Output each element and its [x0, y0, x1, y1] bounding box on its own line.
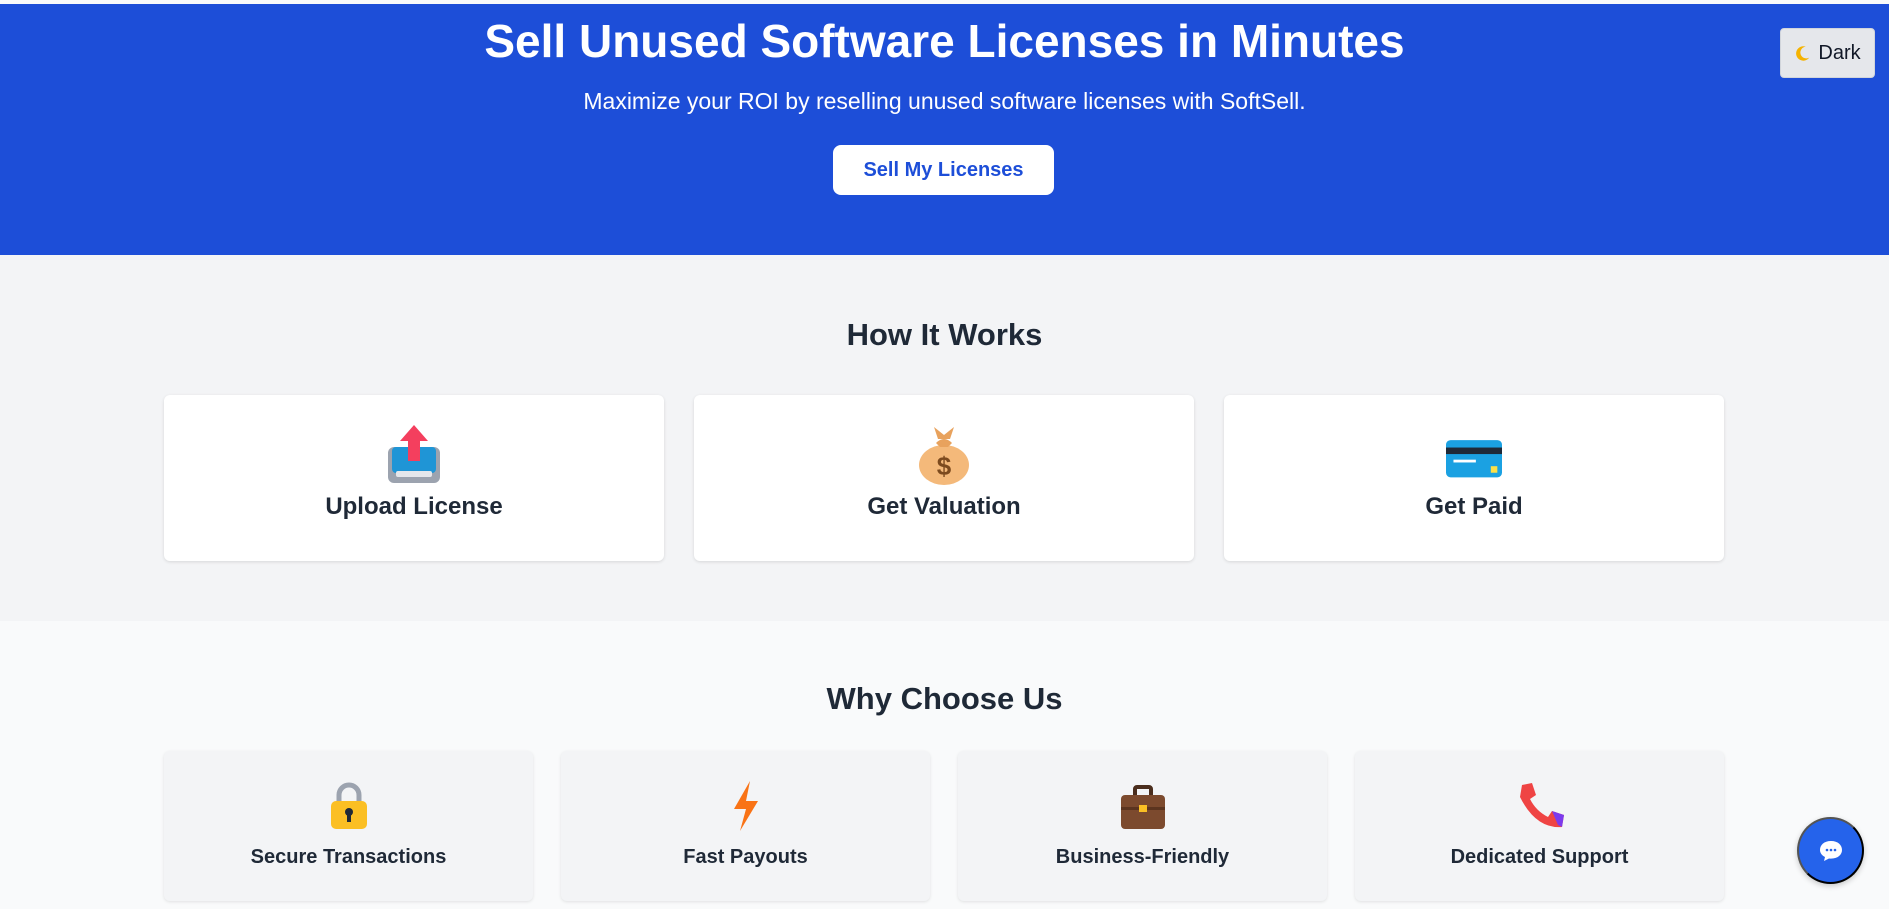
why-choose-us-section: Why Choose Us Secure Transactions Fast P… [0, 621, 1889, 909]
feature-card-dedicated-support: Dedicated Support [1355, 751, 1724, 901]
step-card-upload-license: Upload License [164, 395, 664, 561]
hero-subtitle: Maximize your ROI by reselling unused so… [583, 88, 1306, 114]
step-card-get-valuation: $ Get Valuation [694, 395, 1194, 561]
chat-button[interactable] [1797, 817, 1864, 884]
step-label-get-paid: Get Paid [1425, 493, 1523, 520]
feature-label-business-friendly: Business-Friendly [1055, 846, 1230, 868]
svg-text:$: $ [937, 451, 952, 481]
feature-label-secure-transactions: Secure Transactions [250, 846, 447, 868]
lock-icon [330, 782, 367, 829]
how-it-works-title: How It Works [846, 317, 1043, 352]
credit-card-icon [1446, 440, 1502, 478]
feature-label-dedicated-support: Dedicated Support [1450, 846, 1629, 868]
telephone-icon [1519, 783, 1564, 828]
chat-bubble-icon [1819, 840, 1842, 861]
feature-label-fast-payouts: Fast Payouts [683, 846, 808, 868]
step-label-upload-license: Upload License [325, 493, 503, 520]
dark-mode-toggle-label: Dark [1818, 41, 1861, 64]
landing-page: Sell Unused Software Licenses in Minutes… [0, 0, 1889, 909]
step-label-get-valuation: Get Valuation [867, 493, 1021, 520]
hero-title: Sell Unused Software Licenses in Minutes [484, 15, 1405, 67]
money-bag-icon: $ [919, 427, 969, 485]
why-choose-us-title: Why Choose Us [826, 681, 1063, 716]
how-it-works-section: How It Works Upload License $ Get Valuat… [0, 255, 1889, 621]
moon-icon [1796, 46, 1810, 61]
dark-mode-toggle[interactable]: Dark [1780, 28, 1875, 78]
feature-card-fast-payouts: Fast Payouts [561, 751, 930, 901]
outbox-tray-icon [388, 425, 440, 483]
feature-card-secure-transactions: Secure Transactions [164, 751, 533, 901]
feature-card-business-friendly: Business-Friendly [958, 751, 1327, 901]
step-card-get-paid: Get Paid [1224, 395, 1724, 561]
lightning-icon [733, 781, 758, 831]
hero-section: Sell Unused Software Licenses in Minutes… [0, 4, 1889, 255]
sell-my-licenses-button[interactable]: Sell My Licenses [833, 145, 1054, 195]
briefcase-icon [1120, 785, 1165, 829]
